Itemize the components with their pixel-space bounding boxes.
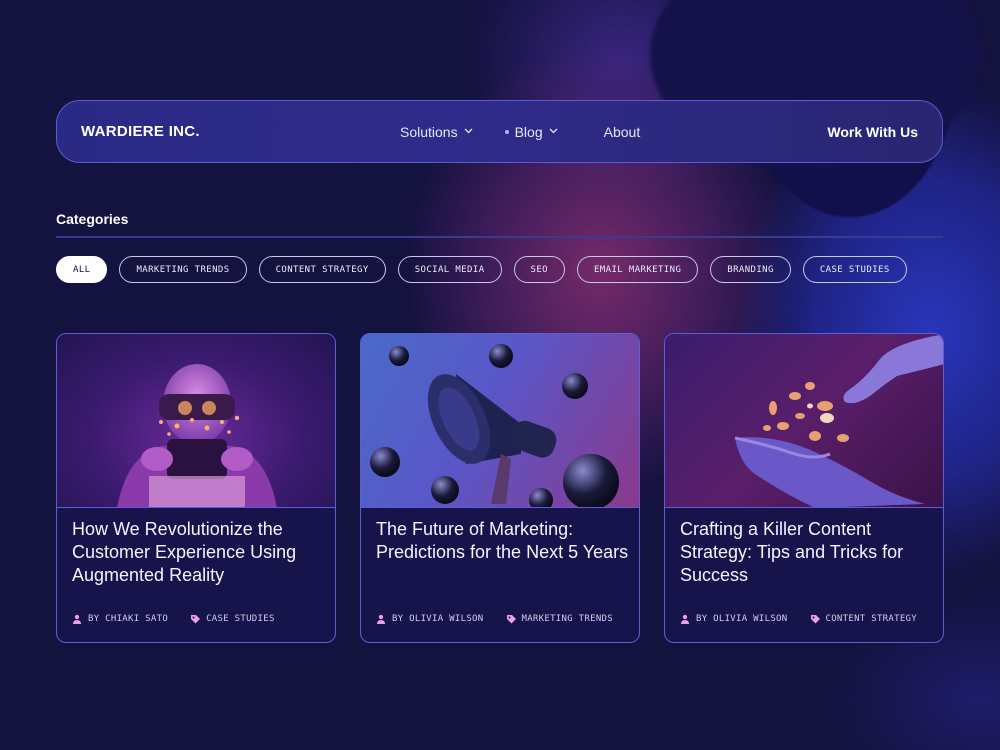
card-meta: BY OLIVIA WILSON MARKETING TRENDS [376,614,613,624]
card-meta: BY CHIAKI SATO CASE STUDIES [72,614,275,624]
nav-blog[interactable]: Blog [504,123,558,140]
blog-cards: How We Revolutionize the Customer Experi… [56,333,944,643]
chip-case-studies[interactable]: CASE STUDIES [802,256,907,283]
chip-marketing-trends[interactable]: MARKETING TRENDS [119,256,247,283]
chip-social-media[interactable]: SOCIAL MEDIA [397,256,502,283]
card-image [57,334,335,508]
tag-icon [506,614,516,624]
card-title[interactable]: How We Revolutionize the Customer Experi… [72,518,327,587]
chevron-down-icon [464,126,473,137]
blog-card[interactable]: How We Revolutionize the Customer Experi… [56,333,336,643]
card-author: BY OLIVIA WILSON [392,614,484,624]
active-dot-icon [504,129,509,134]
work-with-us-button[interactable]: Work With Us [827,124,918,140]
coins-hand-icon [734,334,943,507]
card-meta: BY OLIVIA WILSON CONTENT STRATEGY [680,614,917,624]
nav-solutions-label: Solutions [400,123,458,140]
megaphone-icon [370,344,619,507]
tag-icon [190,614,201,624]
user-icon [72,614,82,624]
chip-email-marketing[interactable]: EMAIL MARKETING [576,256,699,283]
chip-seo[interactable]: SEO [513,256,565,283]
brand-logo[interactable]: WARDIERE INC. [81,123,200,140]
card-tag-label: CASE STUDIES [206,614,275,624]
card-image [361,334,639,508]
user-icon [680,614,690,624]
chip-content-strategy[interactable]: CONTENT STRATEGY [258,256,386,283]
category-chips: ALL MARKETING TRENDS CONTENT STRATEGY SO… [56,256,907,283]
nav-blog-label: Blog [514,123,543,140]
card-image [665,334,943,508]
categories-divider [56,236,943,238]
card-title[interactable]: The Future of Marketing: Predictions for… [376,518,631,564]
nav-solutions[interactable]: Solutions [400,124,473,140]
chip-branding[interactable]: BRANDING [710,256,791,283]
card-tag[interactable]: CASE STUDIES [190,614,275,624]
user-icon [376,614,386,624]
card-author: BY OLIVIA WILSON [696,614,788,624]
card-tag-label: CONTENT STRATEGY [825,614,917,624]
chevron-down-icon [549,126,558,137]
nav-about[interactable]: About [604,124,641,140]
card-tag-label: MARKETING TRENDS [521,614,613,624]
blog-card[interactable]: Crafting a Killer Content Strategy: Tips… [664,333,944,643]
blog-card[interactable]: The Future of Marketing: Predictions for… [360,333,640,643]
card-title[interactable]: Crafting a Killer Content Strategy: Tips… [680,518,935,587]
top-navbar: WARDIERE INC. Solutions Blog About Work … [56,100,943,163]
card-tag[interactable]: CONTENT STRATEGY [810,614,918,624]
chip-all[interactable]: ALL [56,256,108,283]
nav-links: Solutions Blog About [400,101,640,162]
vr-headset-icon [117,364,277,507]
categories-heading: Categories [56,211,129,227]
tag-icon [810,614,820,624]
nav-about-label: About [603,123,641,140]
card-author: BY CHIAKI SATO [88,614,169,624]
card-tag[interactable]: MARKETING TRENDS [506,614,614,624]
